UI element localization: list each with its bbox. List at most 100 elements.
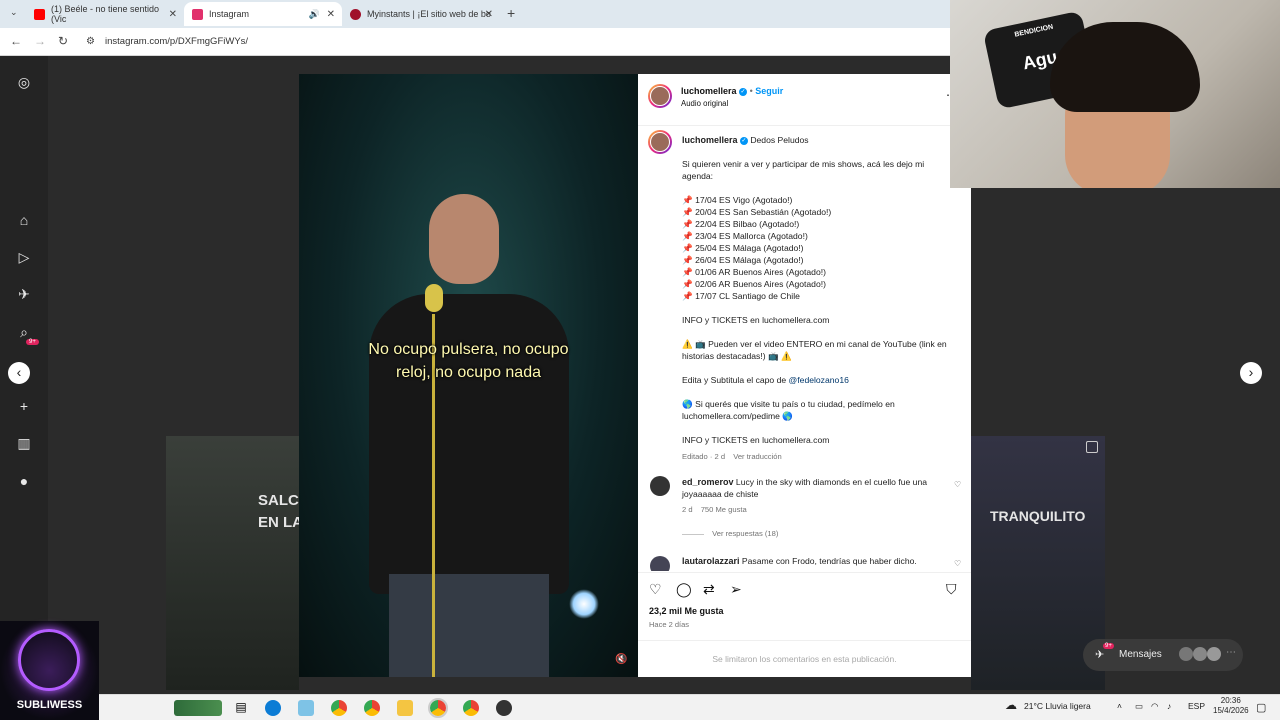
obs-icon[interactable] [496,700,512,716]
site-info-icon[interactable]: ⚙ [86,36,95,47]
caption-editor-text: Edita y Subtitula el capo de [682,375,787,385]
tab-title: (1) Beéle - no tiene sentido (Vic [51,4,160,24]
notepad-icon[interactable] [298,700,314,716]
chrome-icon[interactable] [331,700,347,716]
language-indicator[interactable]: ESP [1188,701,1205,711]
browser-tab-strip: ⌄ (1) Beéle - no tiene sentido (Vic ✕ In… [0,0,950,28]
comment-username[interactable]: ed_romerov [682,477,734,487]
performer-head [429,194,499,284]
tab-instagram[interactable]: Instagram 🔊 ✕ [184,2,342,26]
clock[interactable]: 20:36 15/4/2026 [1213,696,1249,716]
post-header: luchomellera ✓ • Seguir Audio original ⋯ [638,74,971,126]
chrome-icon[interactable] [463,700,479,716]
tab-search-icon[interactable]: ⌄ [10,7,18,18]
messages-icon[interactable]: ✈ [15,285,33,303]
avatar[interactable] [650,556,670,571]
tour-dates-list: 📌 17/04 ES Vigo (Agotado!) 📌 20/04 ES Sa… [682,194,952,302]
tour-date: 📌 20/04 ES San Sebastián (Agotado!) [682,207,832,217]
save-icon[interactable]: ⛉ [946,581,957,598]
comment-username[interactable]: lautarolazzari [682,556,740,566]
tab-title: Myinstants | ¡El sitio web de bo [367,9,491,19]
chrome-icon[interactable] [428,698,448,718]
like-comment-icon[interactable]: ♡ [954,480,961,489]
volume-icon[interactable]: ♪ [1167,701,1171,711]
stream-logo: SUBLIWESS [0,621,99,720]
weather-text[interactable]: 21°C Lluvia ligera [1024,701,1091,711]
avatar[interactable] [650,476,670,496]
background-post-left [166,436,299,690]
profile-icon[interactable]: ● [15,472,33,490]
view-replies-label[interactable]: Ver respuestas (18) [712,529,778,538]
wifi-icon[interactable]: ◠ [1151,701,1158,712]
translate-link[interactable]: Ver traducción [733,452,782,461]
reload-icon[interactable]: ↻ [58,34,68,48]
view-replies[interactable]: Ver respuestas (18) [682,528,952,540]
likes-count[interactable]: 23,2 mil Me gusta [649,606,724,616]
microphone [425,284,443,312]
tour-date: 📌 17/07 CL Santiago de Chile [682,291,800,301]
clock-time: 20:36 [1220,696,1241,705]
comment-icon[interactable]: ◯ [676,581,692,598]
chevron-up-icon[interactable]: ˄ [1117,701,1122,711]
comment-meta: 2 d 750 Me gusta [682,504,952,516]
url-input[interactable]: instagram.com/p/DXFmgGFiWYs/ [105,36,248,47]
next-post-button[interactable]: › [1240,362,1262,384]
speaker-icon[interactable]: 🔊 [309,9,320,20]
stage-light [569,589,599,619]
home-icon[interactable]: ⌂ [15,211,33,229]
network-icon[interactable]: ▭ [1135,701,1143,712]
comment: ed_romerov Lucy in the sky with diamonds… [682,476,952,500]
widgets-icon[interactable] [174,700,222,716]
avatar[interactable] [648,130,672,154]
avatar [1193,647,1207,661]
tab-youtube[interactable]: (1) Beéle - no tiene sentido (Vic ✕ [26,2,184,26]
folder-icon[interactable] [397,700,413,716]
taskbar: ▤ ☁ 21°C Lluvia ligera ˄ ▭ ◠ ♪ ESP 20:36… [99,694,1280,720]
back-icon[interactable]: ← [10,34,22,48]
caption-youtube: ⚠️ 📺 Pueden ver el video ENTERO en mi ca… [682,339,947,361]
like-comment-icon[interactable]: ♡ [954,559,961,568]
tour-date: 📌 22/04 ES Bilbao (Agotado!) [682,219,800,229]
caption-and-comments[interactable]: luchomellera ✓ Dedos Peludos Si quieren … [638,126,971,571]
tour-date: 📌 02/06 AR Buenos Aires (Agotado!) [682,279,826,289]
repost-icon[interactable]: ⇄ [703,581,715,598]
notifications-icon[interactable]: ▢ [1256,701,1266,714]
username-link[interactable]: luchomellera [681,86,737,96]
tour-date: 📌 25/04 ES Málaga (Agotado!) [682,243,804,253]
follow-button[interactable]: Seguir [755,86,783,96]
search-icon[interactable]: ⌕ [15,323,33,341]
reels-icon[interactable]: ▷ [15,248,33,266]
stream-logo-emblem [18,629,80,691]
close-icon[interactable]: ✕ [327,9,335,20]
comment-likes[interactable]: 750 Me gusta [701,505,747,514]
username-link[interactable]: luchomellera [682,135,738,145]
instagram-logo-icon[interactable]: ◎ [15,73,33,91]
messages-button[interactable]: ✈ 9+ Mensajes ⋯ [1083,639,1243,671]
new-tab-button[interactable]: + [507,5,515,21]
mute-icon[interactable]: 🔇 [615,654,627,665]
forward-icon[interactable]: → [34,34,46,48]
share-icon[interactable]: ➢ [730,581,742,598]
edge-icon[interactable] [265,700,281,716]
dashboard-icon[interactable]: ▥ [15,434,33,452]
task-view-icon[interactable]: ▤ [233,700,249,716]
like-icon[interactable]: ♡ [649,581,662,598]
messages-icon: ✈ [1095,649,1105,661]
post-video[interactable]: No ocupo pulsera, no ocupo reloj, no ocu… [299,74,638,677]
audio-link[interactable]: Audio original [681,99,728,108]
create-icon[interactable]: + [15,397,33,415]
close-icon[interactable]: ✕ [485,9,493,20]
post-date: Hace 2 días [649,620,690,629]
previous-post-button[interactable]: ‹ [8,362,30,384]
avatar[interactable] [648,84,672,108]
post-actions: ♡ ◯ ⇄ ➢ ⛉ [638,572,971,602]
youtube-icon [34,8,45,20]
caption-meta: Editado · 2 d Ver traducción [682,451,952,463]
close-icon[interactable]: ✕ [169,9,177,20]
mention-link[interactable]: @fedelozano16 [789,375,849,385]
weather-icon[interactable]: ☁ [1005,698,1017,712]
avatar [1207,647,1221,661]
comments-limited-notice: Se limitaron los comentarios en esta pub… [638,640,971,677]
chrome-icon[interactable] [364,700,380,716]
tab-myinstants[interactable]: Myinstants | ¡El sitio web de bo ✕ [342,2,500,26]
